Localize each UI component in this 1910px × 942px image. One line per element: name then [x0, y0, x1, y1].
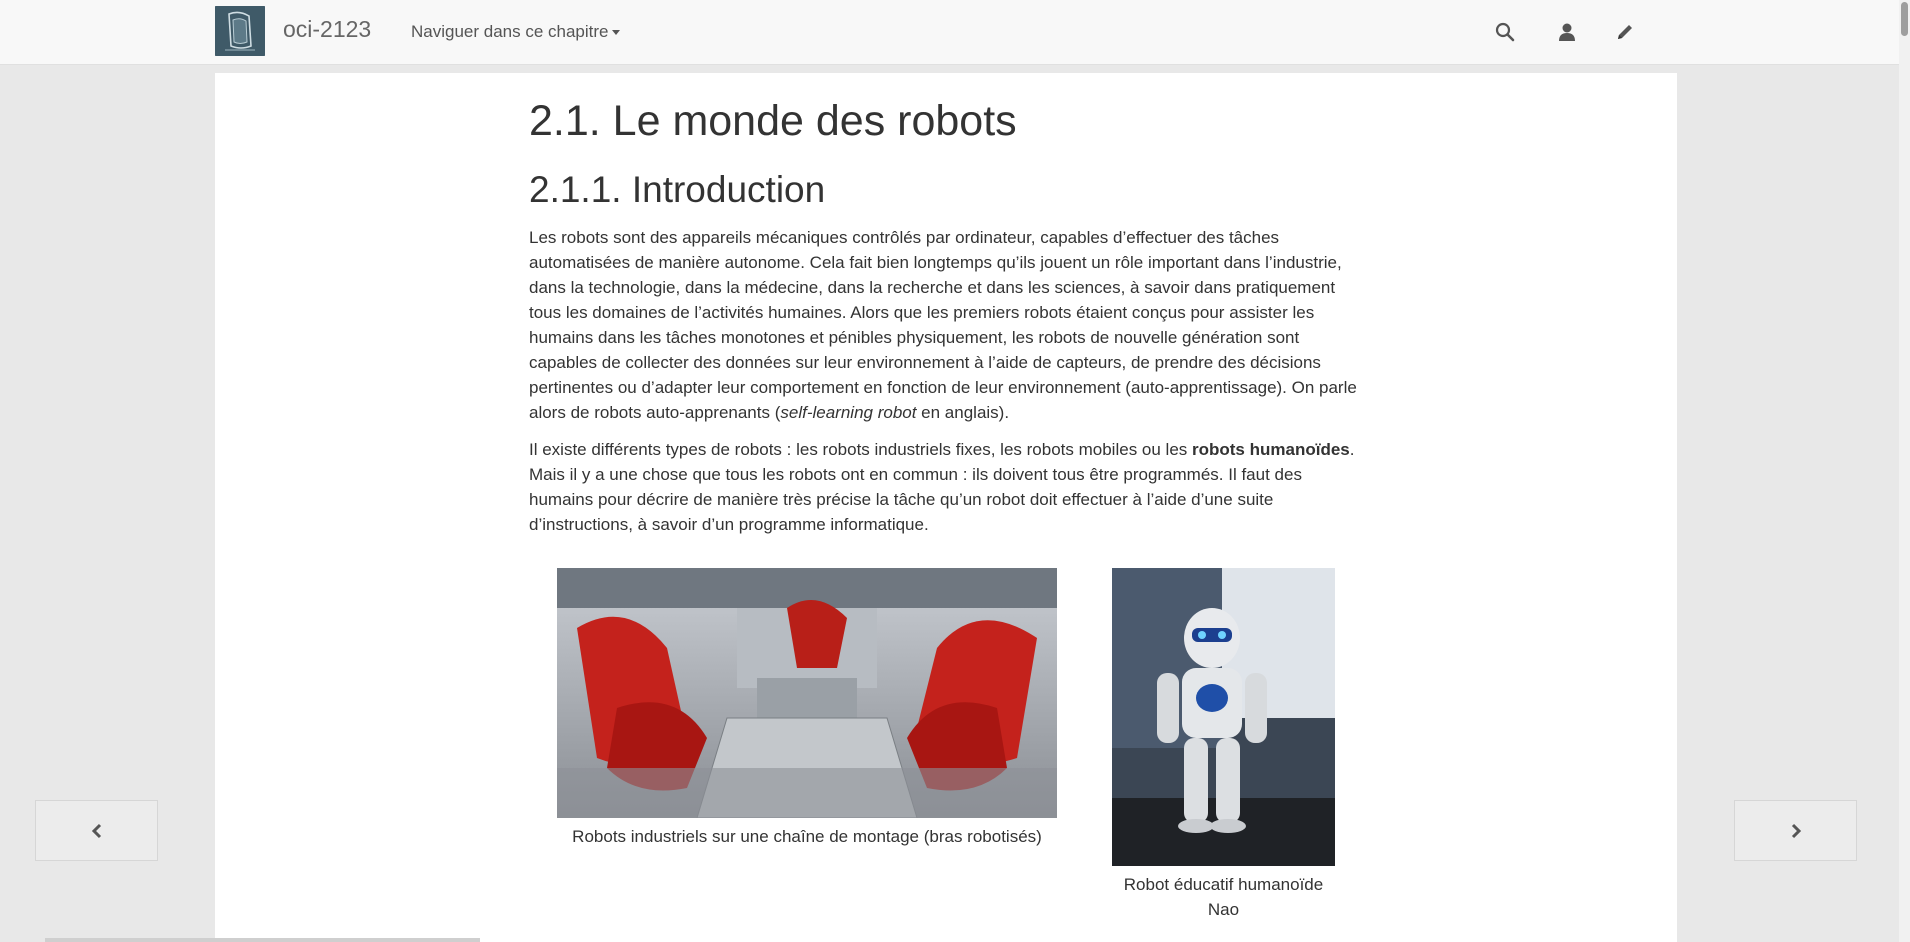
- paragraph-text: Les robots sont des appareils mécaniques…: [529, 228, 1357, 422]
- scrollbar-thumb[interactable]: [1901, 2, 1908, 36]
- user-icon[interactable]: [1555, 20, 1579, 44]
- chapter-nav-dropdown[interactable]: Naviguer dans ce chapitre: [411, 22, 620, 42]
- figure-nao-robot: Robot éducatif humanoïde Nao: [1112, 568, 1335, 922]
- paragraph-text: Il existe différents types de robots : l…: [529, 440, 1192, 459]
- pencil-icon[interactable]: [1613, 20, 1637, 44]
- chevron-left-icon: [91, 823, 101, 838]
- bottom-bar-edge: [45, 938, 480, 942]
- chevron-right-icon: [1791, 823, 1801, 838]
- figure-caption: Robot éducatif humanoïde Nao: [1123, 875, 1324, 919]
- section-title: 2.1.1. Introduction: [529, 169, 826, 210]
- bold-text: robots humanoïdes: [1192, 440, 1350, 459]
- caret-down-icon: [611, 30, 620, 36]
- site-logo[interactable]: [215, 6, 265, 56]
- figure-industrial-robots: Robots industriels sur une chaîne de mon…: [557, 568, 1057, 849]
- top-navbar: oci-2123 Naviguer dans ce chapitre: [0, 0, 1899, 65]
- figure-caption: Robots industriels sur une chaîne de mon…: [572, 827, 1042, 846]
- italic-text: self-learning robot: [780, 403, 917, 422]
- page-title: 2.1. Le monde des robots: [529, 97, 1017, 145]
- page-scrollbar[interactable]: [1899, 0, 1910, 942]
- next-page-button[interactable]: [1734, 800, 1857, 861]
- industrial-robots-image: [557, 568, 1057, 818]
- types-paragraph: Il existe différents types de robots : l…: [529, 437, 1364, 537]
- nao-robot-image: [1112, 568, 1335, 866]
- previous-page-button[interactable]: [35, 800, 158, 861]
- site-brand[interactable]: oci-2123: [283, 16, 371, 43]
- chapter-nav-label: Naviguer dans ce chapitre: [411, 22, 609, 41]
- intro-paragraph: Les robots sont des appareils mécaniques…: [529, 225, 1364, 425]
- main-content: 2.1. Le monde des robots 2.1.1. Introduc…: [215, 73, 1677, 942]
- paragraph-text: en anglais).: [916, 403, 1010, 422]
- search-icon[interactable]: [1493, 20, 1517, 44]
